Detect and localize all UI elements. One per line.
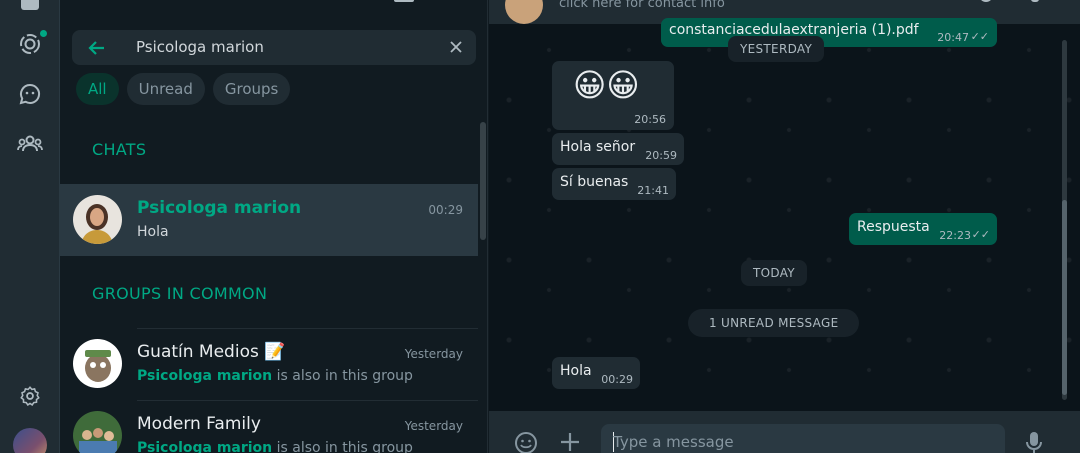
unread-banner: 1 UNREAD MESSAGE bbox=[688, 309, 860, 337]
date-separator-yesterday: YESTERDAY bbox=[728, 36, 825, 62]
filter-groups[interactable]: Groups bbox=[212, 73, 291, 105]
attach-plus-icon[interactable] bbox=[559, 431, 581, 453]
message-text: Hola señor bbox=[560, 139, 636, 155]
message-time: 20:56 bbox=[634, 113, 666, 126]
date-separator-today: TODAY bbox=[741, 260, 807, 286]
chat-scrollbar-thumb[interactable] bbox=[1062, 200, 1067, 395]
contact-info-hint: click here for contact info bbox=[559, 0, 725, 11]
contact-avatar bbox=[73, 195, 122, 244]
status-unread-dot bbox=[40, 30, 47, 37]
matched-member: Psicologa marion bbox=[137, 440, 273, 453]
chat-time: 00:29 bbox=[428, 203, 463, 217]
message-input[interactable]: Type a message bbox=[601, 424, 1005, 453]
read-ticks-icon: ✓✓ bbox=[971, 228, 990, 241]
message-time: 20:47 bbox=[937, 31, 969, 44]
sidebar-scrollbar[interactable] bbox=[480, 122, 486, 240]
settings-icon[interactable] bbox=[17, 383, 43, 409]
group-row-modern-family[interactable]: Modern Family Yesterday Psicologa marion… bbox=[60, 400, 478, 453]
channels-icon[interactable] bbox=[17, 81, 43, 107]
microphone-icon[interactable] bbox=[1025, 431, 1043, 453]
group-preview: Psicologa marion is also in this group bbox=[137, 368, 413, 384]
section-groups: GROUPS IN COMMON bbox=[92, 284, 268, 303]
status-icon[interactable] bbox=[17, 31, 43, 57]
chat-name: Psicologa marion bbox=[137, 198, 302, 218]
new-chat-icon[interactable] bbox=[394, 0, 414, 2]
group-time: Yesterday bbox=[404, 347, 463, 361]
message-in[interactable]: Hola señor 20:59 bbox=[552, 133, 684, 165]
communities-icon[interactable] bbox=[17, 131, 43, 157]
file-message[interactable]: constanciacedulaextranjeria (1).pdf 20:4… bbox=[661, 18, 997, 47]
message-time: 00:29 bbox=[601, 373, 633, 386]
message-time: 20:59 bbox=[645, 149, 677, 162]
group-preview: Psicologa marion is also in this group bbox=[137, 440, 413, 453]
filter-chips: All Unread Groups bbox=[76, 73, 291, 105]
message-time: 21:41 bbox=[637, 184, 669, 197]
message-placeholder: Type a message bbox=[613, 433, 734, 451]
section-chats: CHATS bbox=[92, 140, 147, 159]
message-time: 22:23 bbox=[939, 229, 971, 242]
filter-unread[interactable]: Unread bbox=[126, 73, 205, 105]
group-avatar bbox=[73, 411, 122, 453]
chat-row-psicologa[interactable]: Psicologa marion 00:29 Hola bbox=[60, 184, 478, 256]
search-chat-icon[interactable] bbox=[979, 0, 993, 2]
matched-member: Psicologa marion bbox=[137, 368, 273, 384]
message-in-latest[interactable]: Hola 00:29 bbox=[552, 357, 640, 389]
message-out[interactable]: Respuesta 22:23 ✓✓ bbox=[849, 213, 997, 245]
search-input[interactable]: Psicologa marion bbox=[136, 38, 264, 56]
whatsapp-app: Psicologa marion All Unread Groups CHATS… bbox=[0, 0, 1080, 453]
message-text: Respuesta bbox=[857, 219, 930, 235]
chat-list-panel: Psicologa marion All Unread Groups CHATS… bbox=[60, 0, 488, 453]
message-in[interactable]: Sí buenas 21:41 bbox=[552, 168, 676, 200]
group-avatar bbox=[73, 339, 122, 388]
header-avatar[interactable] bbox=[505, 0, 543, 24]
filter-all[interactable]: All bbox=[76, 73, 119, 105]
search-bar[interactable]: Psicologa marion bbox=[72, 30, 476, 65]
nav-rail bbox=[0, 0, 60, 453]
clear-search-icon[interactable] bbox=[448, 39, 464, 55]
group-name: Modern Family bbox=[137, 414, 261, 434]
chats-icon[interactable] bbox=[17, 0, 43, 14]
chat-preview: Hola bbox=[137, 224, 169, 240]
emoji-message[interactable]: 😀😀 20:56 bbox=[552, 61, 674, 130]
emoji-content: 😀😀 bbox=[573, 66, 640, 104]
group-preview-rest: is also in this group bbox=[272, 440, 413, 453]
profile-avatar[interactable] bbox=[13, 428, 47, 453]
back-arrow-icon[interactable] bbox=[87, 38, 107, 58]
row-divider bbox=[137, 400, 478, 401]
composer-bar: Type a message bbox=[489, 411, 1080, 453]
message-text: Sí buenas bbox=[560, 174, 629, 190]
chat-menu-icon[interactable] bbox=[1031, 0, 1039, 2]
group-preview-rest: is also in this group bbox=[272, 368, 413, 384]
group-time: Yesterday bbox=[404, 419, 463, 433]
read-ticks-icon: ✓✓ bbox=[970, 30, 989, 43]
group-row-guatin[interactable]: Guatín Medios 📝 Yesterday Psicologa mari… bbox=[60, 328, 478, 400]
conversation-pane: click here for contact info constanciace… bbox=[489, 0, 1080, 453]
message-text: Hola bbox=[560, 363, 592, 379]
emoji-icon[interactable] bbox=[514, 431, 538, 453]
row-divider bbox=[137, 328, 478, 329]
group-name: Guatín Medios 📝 bbox=[137, 342, 286, 362]
